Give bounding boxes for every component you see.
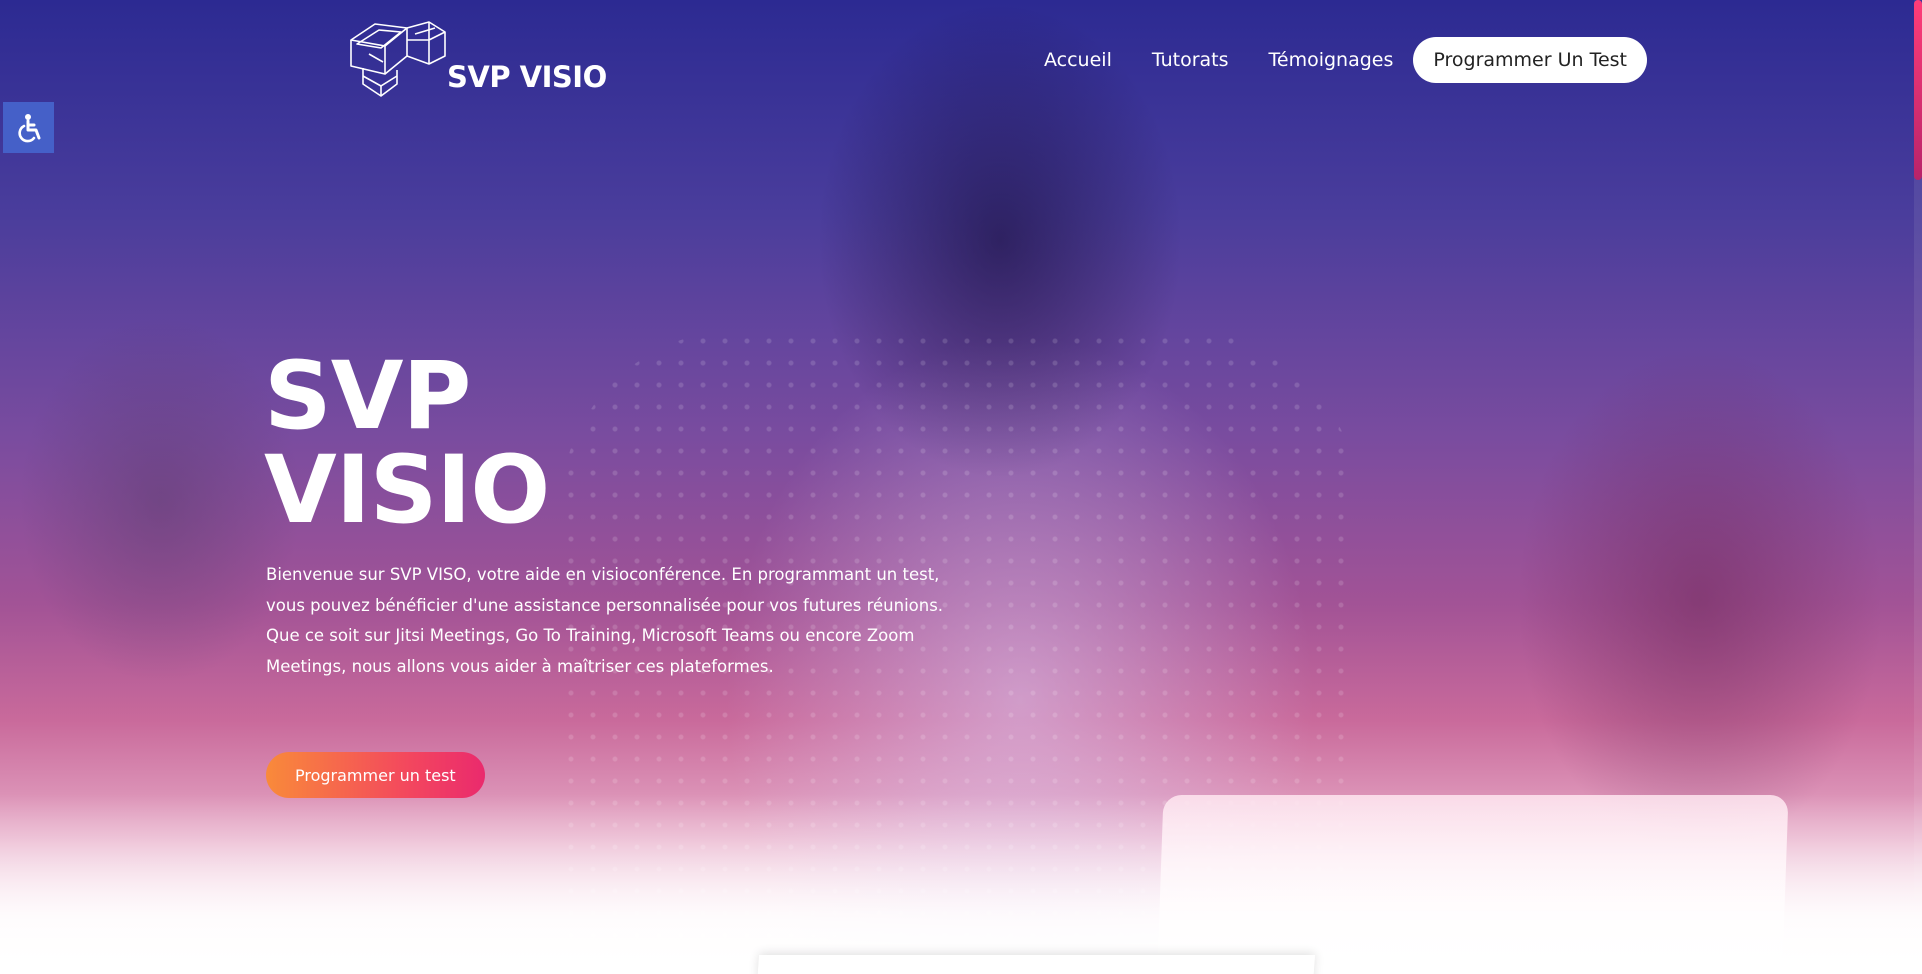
hero-title-line-2: VISIO	[264, 436, 550, 545]
hero-programmer-test-button[interactable]: Programmer un test	[266, 752, 485, 798]
site-header: SVP VISIO Accueil Tutorats Témoignages P…	[0, 0, 1922, 110]
content-card-edge	[756, 955, 1316, 974]
hero-bottom-fade	[0, 794, 1922, 974]
hero-description: Bienvenue sur SVP VISO, votre aide en vi…	[266, 565, 944, 676]
nav-link-tutorats[interactable]: Tutorats	[1132, 37, 1249, 83]
wheelchair-icon	[17, 113, 40, 142]
logo-text: SVP VISIO	[447, 60, 607, 94]
site-logo[interactable]: SVP VISIO	[345, 18, 607, 100]
main-nav: Accueil Tutorats Témoignages Programmer …	[1024, 37, 1647, 83]
nav-link-temoignages[interactable]: Témoignages	[1249, 37, 1414, 83]
hero-title: SVP VISIO	[264, 342, 550, 545]
nav-programmer-test-button[interactable]: Programmer Un Test	[1413, 37, 1647, 83]
cube-logo-icon	[350, 21, 446, 97]
nav-link-accueil[interactable]: Accueil	[1024, 37, 1132, 83]
hero-section: SVP VISIO Accueil Tutorats Témoignages P…	[0, 0, 1922, 974]
hero-title-line-1: SVP	[264, 342, 471, 451]
scrollbar[interactable]	[1914, 0, 1922, 974]
